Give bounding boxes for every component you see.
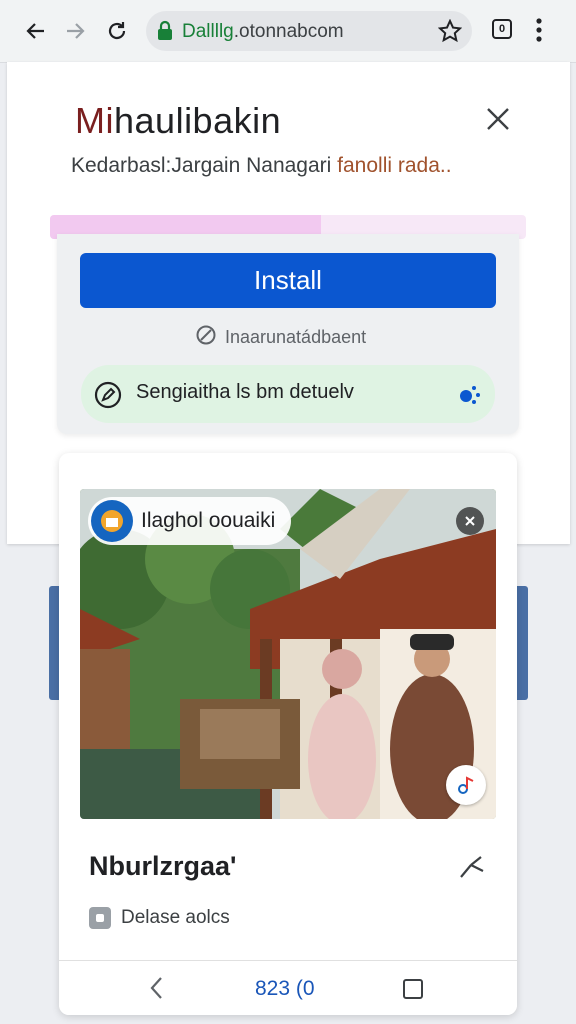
close-icon[interactable]: [483, 104, 513, 134]
address-bar[interactable]: Dallllg.otonnabcom: [146, 11, 472, 51]
edit-icon: [93, 380, 123, 415]
loading-icon: [456, 382, 482, 413]
author-logo-icon: [91, 500, 133, 542]
post-meta: Delase aolcs: [89, 905, 230, 931]
photo-options-icon[interactable]: [456, 507, 484, 535]
overflow-menu-icon[interactable]: [535, 17, 543, 48]
post-title: Nburlzrgaa': [89, 851, 237, 881]
media-icon: [89, 907, 111, 929]
square-icon[interactable]: [403, 979, 423, 999]
lock-icon: [156, 20, 174, 47]
dialog-title: Mihaulibakin: [75, 100, 282, 141]
url-text: Dallllg.otonnabcom: [182, 21, 344, 42]
post-meta-text: Delase aolcs: [121, 907, 230, 928]
right-edge-bar: [516, 586, 528, 700]
post-author-chip[interactable]: Ilaghol oouaiki: [88, 497, 292, 545]
status-text: Sengiaitha ls bm detuelv: [136, 381, 354, 403]
install-meta-text: Inaarunatádbaent: [225, 326, 367, 347]
tab-switcher-button[interactable]: 0: [492, 19, 512, 39]
install-meta: Inaarunatádbaent: [195, 324, 366, 350]
share-icon[interactable]: [457, 851, 487, 881]
reload-icon[interactable]: [102, 16, 132, 46]
browser-toolbar: Dallllg.otonnabcom 0: [0, 0, 576, 63]
back-arrow-icon[interactable]: [21, 16, 51, 46]
card-footer: 823 (0: [59, 960, 517, 1015]
post-card[interactable]: Ilaghol oouaiki Nburlzrgaa' Delase aolcs…: [59, 453, 517, 1015]
page-indicator: 823 (0: [255, 977, 315, 1000]
post-photo[interactable]: Ilaghol oouaiki: [80, 489, 496, 819]
blocked-icon: [195, 324, 217, 351]
status-banner[interactable]: Sengiaitha ls bm detuelv: [81, 365, 495, 423]
forward-arrow-icon[interactable]: [60, 16, 90, 46]
bookmark-star-icon[interactable]: [437, 18, 463, 48]
dialog-subtitle: Kedarbasl:Jargain Nanagari fanolli rada.…: [71, 154, 452, 177]
chevron-left-icon[interactable]: [147, 975, 167, 1006]
install-button[interactable]: Install: [80, 253, 496, 308]
music-note-icon[interactable]: [446, 765, 486, 805]
author-name: Ilaghol oouaiki: [141, 509, 276, 532]
